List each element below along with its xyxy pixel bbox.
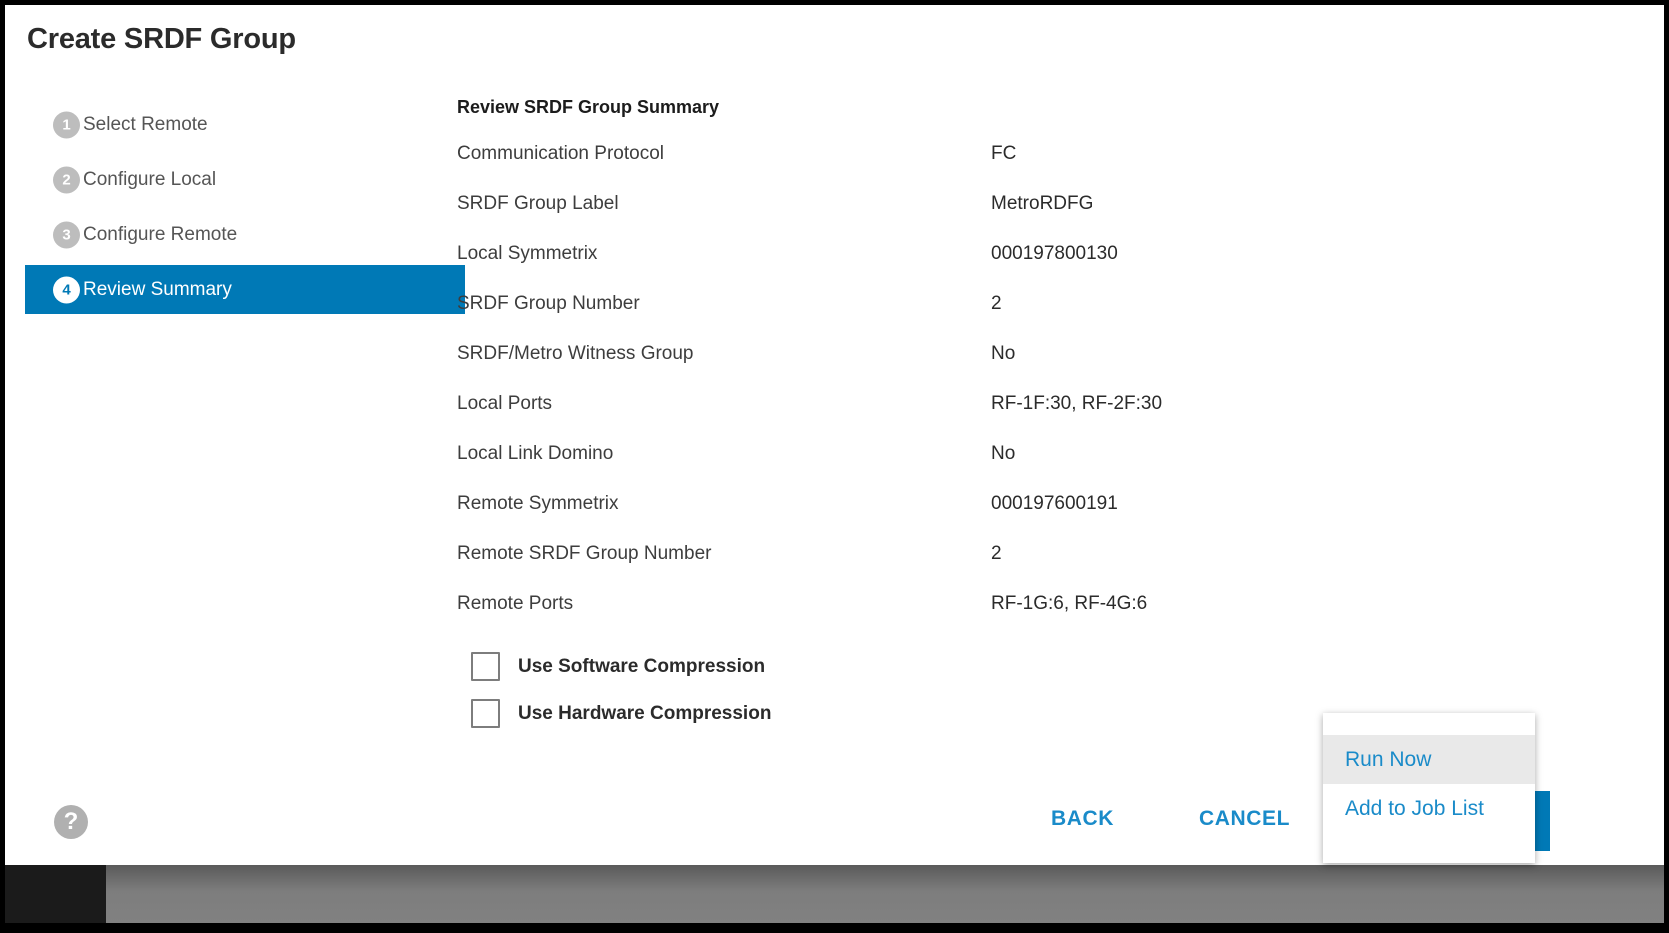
row-label: SRDF/Metro Witness Group — [457, 343, 694, 364]
step-number-badge: 4 — [53, 276, 80, 303]
screen: Create SRDF Group 1 Select Remote 2 Conf… — [0, 0, 1669, 933]
checkbox-label: Use Hardware Compression — [518, 702, 772, 724]
page-title: Create SRDF Group — [27, 23, 296, 55]
summary-row-srdf-metro-witness-group: SRDF/Metro Witness Group No — [457, 343, 1557, 393]
summary-row-local-symmetrix: Local Symmetrix 000197800130 — [457, 243, 1557, 293]
checkbox-box[interactable] — [471, 652, 500, 681]
summary-row-remote-symmetrix: Remote Symmetrix 000197600191 — [457, 493, 1557, 543]
row-value: 2 — [991, 543, 1002, 564]
row-value: MetroRDFG — [991, 193, 1094, 214]
summary-row-local-link-domino: Local Link Domino No — [457, 443, 1557, 493]
row-value: 000197600191 — [991, 493, 1118, 514]
row-value: RF-1G:6, RF-4G:6 — [991, 593, 1148, 614]
wizard-step-list: 1 Select Remote 2 Configure Local 3 Conf… — [25, 100, 465, 314]
summary-row-communication-protocol: Communication Protocol FC — [457, 143, 1557, 193]
sidebar-item-configure-local[interactable]: 2 Configure Local — [25, 155, 465, 204]
help-icon[interactable]: ? — [54, 805, 88, 839]
menu-item-add-to-job-list[interactable]: Add to Job List — [1323, 784, 1535, 833]
step-number-badge: 3 — [53, 221, 80, 248]
row-value: 000197800130 — [991, 243, 1118, 264]
row-label: SRDF Group Label — [457, 193, 619, 214]
sidebar-item-configure-remote[interactable]: 3 Configure Remote — [25, 210, 465, 259]
menu-item-run-now[interactable]: Run Now — [1323, 735, 1535, 784]
row-label: Local Ports — [457, 393, 553, 414]
run-action-dropdown-menu: Run Now Add to Job List — [1323, 713, 1535, 863]
checkbox-use-software-compression[interactable]: Use Software Compression — [457, 643, 1557, 690]
summary-panel: Review SRDF Group Summary Communication … — [457, 97, 1557, 737]
row-value: RF-1F:30, RF-2F:30 — [991, 393, 1163, 414]
summary-heading: Review SRDF Group Summary — [457, 97, 720, 117]
sidebar-item-review-summary[interactable]: 4 Review Summary — [25, 265, 465, 314]
row-value: 2 — [991, 293, 1002, 314]
summary-row-srdf-group-label: SRDF Group Label MetroRDFG — [457, 193, 1557, 243]
bottom-system-bar — [0, 865, 1669, 928]
cancel-button[interactable]: CANCEL — [1199, 807, 1290, 831]
step-number-badge: 2 — [53, 166, 80, 193]
row-value: No — [991, 443, 1016, 464]
sidebar-item-select-remote[interactable]: 1 Select Remote — [25, 100, 465, 149]
row-label: Remote Ports — [457, 593, 574, 614]
row-label: Remote Symmetrix — [457, 493, 619, 514]
summary-row-srdf-group-number: SRDF Group Number 2 — [457, 293, 1557, 343]
row-label: Local Symmetrix — [457, 243, 598, 264]
back-button[interactable]: BACK — [1051, 807, 1114, 831]
step-number-badge: 1 — [53, 111, 80, 138]
row-label: Remote SRDF Group Number — [457, 543, 712, 564]
row-value: No — [991, 343, 1016, 364]
step-label: Review Summary — [83, 278, 232, 300]
checkbox-box[interactable] — [471, 699, 500, 728]
checkbox-label: Use Software Compression — [518, 655, 766, 677]
row-label: Communication Protocol — [457, 143, 664, 164]
bottom-bar-dark-segment — [5, 865, 106, 923]
row-value: FC — [991, 143, 1017, 164]
summary-row-local-ports: Local Ports RF-1F:30, RF-2F:30 — [457, 393, 1557, 443]
step-label: Configure Local — [83, 168, 217, 190]
summary-row-remote-ports: Remote Ports RF-1G:6, RF-4G:6 — [457, 593, 1557, 643]
bottom-bar-gray-segment[interactable] — [106, 865, 1664, 923]
row-label: SRDF Group Number — [457, 293, 640, 314]
step-label: Configure Remote — [83, 223, 238, 245]
step-label: Select Remote — [83, 113, 208, 135]
row-label: Local Link Domino — [457, 443, 614, 464]
summary-row-remote-srdf-group-number: Remote SRDF Group Number 2 — [457, 543, 1557, 593]
